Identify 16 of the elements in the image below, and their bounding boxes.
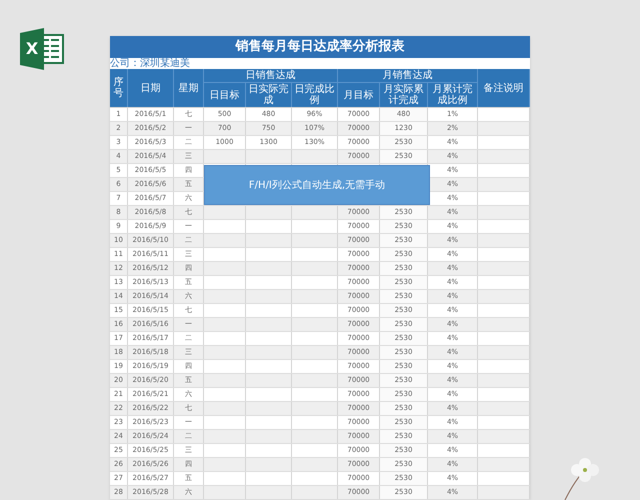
column-header: 备注说明 xyxy=(478,69,530,107)
column-header: 月累计完成比例 xyxy=(428,83,478,107)
column-header: 日销售达成 xyxy=(204,69,338,83)
logo: X xyxy=(20,28,66,70)
note-banner: F/H/I列公式自动生成,无需手动 xyxy=(204,165,430,205)
column-header: 日实际完成 xyxy=(246,83,292,107)
column-header: 星期 xyxy=(174,69,204,107)
sheet-title: 销售每月每日达成率分析报表 xyxy=(110,36,530,58)
company-label: 公司：深圳某迪美 xyxy=(110,58,190,68)
column-header: 月实际累计完成 xyxy=(380,83,428,107)
column-header: 日目标 xyxy=(204,83,246,107)
column-header: 序号 xyxy=(110,69,128,107)
column-header: 月目标 xyxy=(338,83,380,107)
column-header: 日期 xyxy=(128,69,174,107)
column-header: 月销售达成 xyxy=(338,69,478,83)
column-header: 日完成比例 xyxy=(292,83,338,107)
